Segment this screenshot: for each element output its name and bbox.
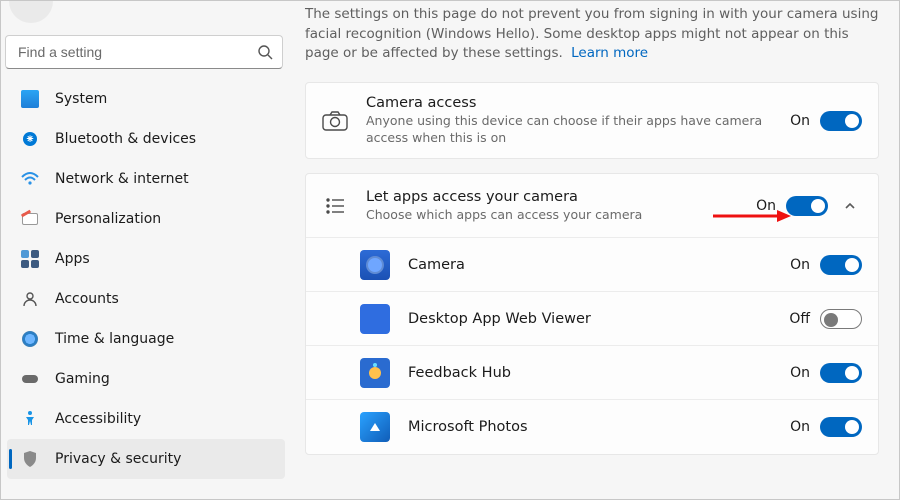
sidebar-item-network[interactable]: Network & internet (7, 159, 285, 199)
brush-icon (21, 210, 39, 228)
app-row-feedback-hub: Feedback Hub On (306, 346, 878, 400)
learn-more-link[interactable]: Learn more (571, 45, 648, 61)
globe-icon (21, 330, 39, 348)
search-container (5, 35, 283, 69)
sidebar-item-privacy[interactable]: Privacy & security (7, 439, 285, 479)
sidebar-item-label: Gaming (55, 371, 110, 387)
sidebar-item-label: System (55, 91, 107, 107)
sidebar-item-bluetooth[interactable]: ⁕ Bluetooth & devices (7, 119, 285, 159)
bluetooth-icon: ⁕ (21, 130, 39, 148)
app-tile-icon (360, 412, 390, 442)
app-row-camera: Camera On (306, 238, 878, 292)
row-title: Let apps access your camera (366, 189, 756, 205)
sidebar-item-apps[interactable]: Apps (7, 239, 285, 279)
sidebar-item-label: Time & language (55, 331, 174, 347)
toggle-camera-access[interactable] (820, 111, 862, 131)
toggle-app-camera[interactable] (820, 255, 862, 275)
sidebar-item-personalization[interactable]: Personalization (7, 199, 285, 239)
list-settings-icon (322, 193, 348, 219)
toggle-state-label: On (756, 198, 776, 214)
app-name: Feedback Hub (408, 365, 790, 381)
sidebar-item-system[interactable]: System (7, 79, 285, 119)
sidebar-item-label: Network & internet (55, 171, 189, 187)
app-name: Camera (408, 257, 790, 273)
toggle-app-desktop-web-viewer[interactable] (820, 309, 862, 329)
sidebar-item-label: Accounts (55, 291, 119, 307)
sidebar-item-gaming[interactable]: Gaming (7, 359, 285, 399)
toggle-state-label: On (790, 113, 810, 129)
app-tile-icon (360, 304, 390, 334)
row-desc: Choose which apps can access your camera (366, 207, 756, 224)
nav: System ⁕ Bluetooth & devices Network & i… (3, 79, 289, 479)
person-icon (21, 290, 39, 308)
card-camera-access: Camera access Anyone using this device c… (305, 82, 879, 160)
sidebar-item-label: Accessibility (55, 411, 141, 427)
search-input[interactable] (5, 35, 283, 69)
sidebar-item-accounts[interactable]: Accounts (7, 279, 285, 319)
chevron-up-icon[interactable] (838, 194, 862, 218)
row-title: Camera access (366, 95, 790, 111)
sidebar-item-accessibility[interactable]: Accessibility (7, 399, 285, 439)
toggle-app-photos[interactable] (820, 417, 862, 437)
search-icon (257, 44, 273, 60)
sidebar-item-label: Bluetooth & devices (55, 131, 196, 147)
app-name: Desktop App Web Viewer (408, 311, 789, 327)
sidebar: System ⁕ Bluetooth & devices Network & i… (1, 1, 291, 499)
app-tile-icon (360, 250, 390, 280)
card-let-apps: Let apps access your camera Choose which… (305, 173, 879, 455)
system-icon (21, 90, 39, 108)
app-name: Microsoft Photos (408, 419, 790, 435)
row-camera-access[interactable]: Camera access Anyone using this device c… (306, 83, 878, 159)
avatar (9, 1, 53, 23)
app-tile-icon (360, 358, 390, 388)
sidebar-item-label: Personalization (55, 211, 161, 227)
toggle-app-feedback-hub[interactable] (820, 363, 862, 383)
accessibility-icon (21, 410, 39, 428)
row-desc: Anyone using this device can choose if t… (366, 113, 786, 147)
row-let-apps[interactable]: Let apps access your camera Choose which… (306, 174, 878, 238)
shield-icon (21, 450, 39, 468)
toggle-state-label: On (790, 419, 810, 435)
intro-text: The settings on this page do not prevent… (305, 5, 879, 64)
camera-outline-icon (322, 108, 348, 134)
toggle-state-label: On (790, 257, 810, 273)
sidebar-item-time[interactable]: Time & language (7, 319, 285, 359)
apps-icon (21, 250, 39, 268)
toggle-state-label: On (790, 365, 810, 381)
toggle-let-apps[interactable] (786, 196, 828, 216)
sidebar-item-label: Apps (55, 251, 90, 267)
gamepad-icon (21, 370, 39, 388)
main-content: The settings on this page do not prevent… (291, 1, 899, 499)
app-row-photos: Microsoft Photos On (306, 400, 878, 454)
wifi-icon (21, 170, 39, 188)
toggle-state-label: Off (789, 311, 810, 327)
sidebar-item-label: Privacy & security (55, 451, 181, 467)
app-row-desktop-web-viewer: Desktop App Web Viewer Off (306, 292, 878, 346)
